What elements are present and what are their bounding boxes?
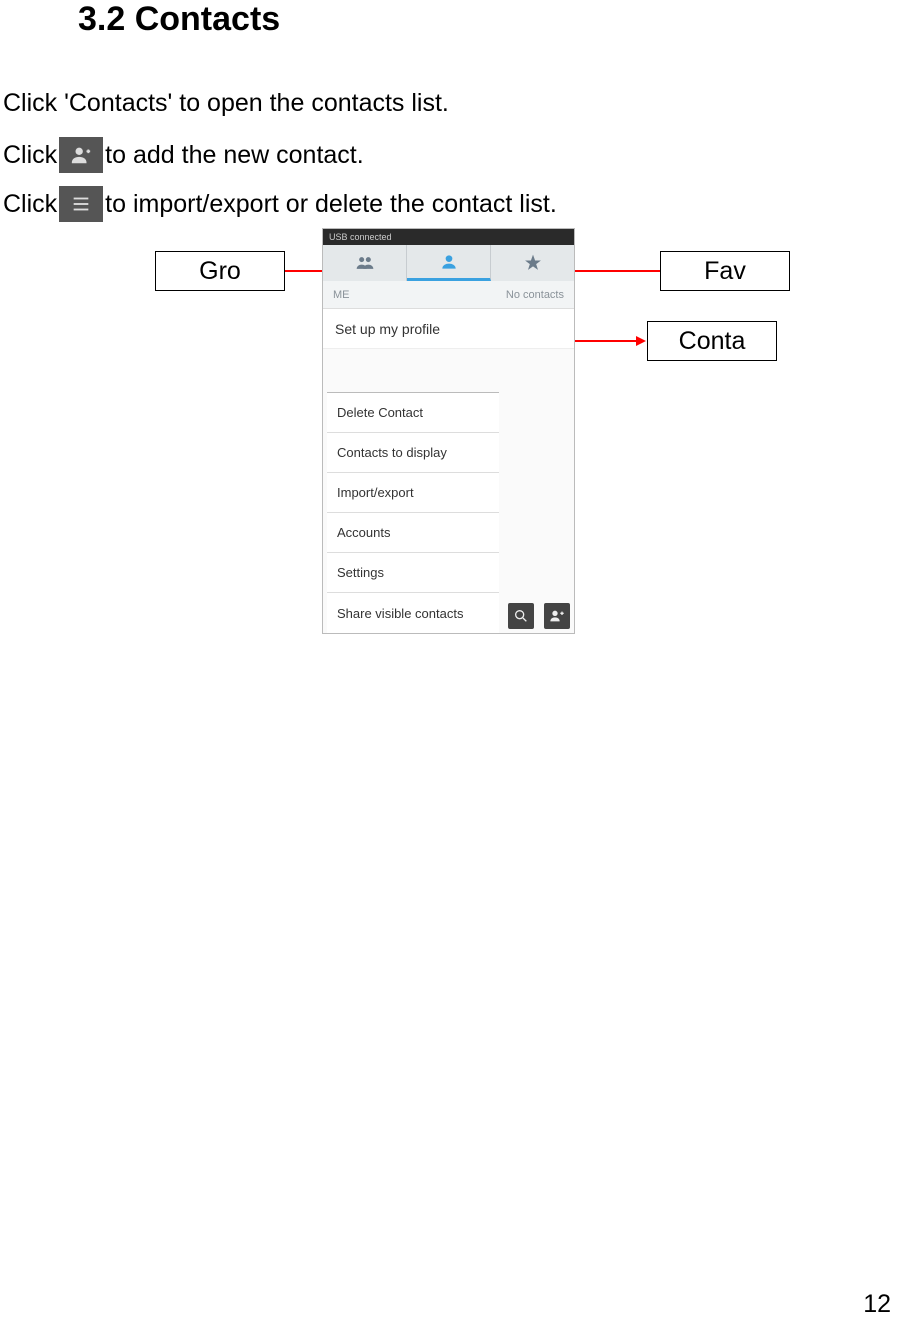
sub-bar: ME No contacts — [323, 281, 574, 309]
status-bar: USB connected — [323, 229, 574, 245]
menu-share-visible[interactable]: Share visible contacts — [327, 593, 499, 633]
instruction-line-3: Click to import/export or delete the con… — [3, 186, 557, 222]
add-contact-icon[interactable] — [544, 603, 570, 629]
groups-icon — [355, 253, 375, 273]
tab-bar — [323, 245, 574, 281]
callout-groups: Gro — [155, 251, 285, 291]
sub-bar-me: ME — [333, 289, 350, 301]
menu-delete-contact[interactable]: Delete Contact — [327, 393, 499, 433]
phone-screenshot: USB connected ME No contacts Set up my p… — [322, 228, 575, 634]
text-fragment: to add the new contact. — [105, 140, 364, 170]
text-fragment: Click — [3, 140, 57, 170]
tab-contacts[interactable] — [407, 245, 491, 281]
section-heading: 3.2 Contacts — [78, 0, 280, 39]
star-icon — [523, 253, 543, 273]
menu-accounts[interactable]: Accounts — [327, 513, 499, 553]
add-contact-icon — [59, 137, 103, 173]
search-icon[interactable] — [508, 603, 534, 629]
menu-import-export[interactable]: Import/export — [327, 473, 499, 513]
instruction-line-2: Click to add the new contact. — [3, 137, 364, 173]
text-fragment: Click — [3, 189, 57, 219]
tab-groups[interactable] — [323, 245, 407, 281]
profile-label: Set up my profile — [335, 321, 440, 337]
overflow-menu: Delete Contact Contacts to display Impor… — [327, 392, 499, 633]
bottom-action-icons — [508, 603, 570, 629]
menu-settings[interactable]: Settings — [327, 553, 499, 593]
person-icon — [439, 252, 459, 272]
callout-contacts: Conta — [647, 321, 777, 361]
page-number: 12 — [863, 1290, 891, 1319]
text-fragment: to import/export or delete the contact l… — [105, 189, 557, 219]
profile-setup-row[interactable]: Set up my profile — [323, 309, 574, 349]
callout-favorites: Fav — [660, 251, 790, 291]
arrow-head-icon — [636, 336, 646, 346]
tab-favorites[interactable] — [491, 245, 574, 281]
menu-icon — [59, 186, 103, 222]
status-text: USB connected — [329, 232, 392, 242]
menu-contacts-to-display[interactable]: Contacts to display — [327, 433, 499, 473]
instruction-line-1: Click 'Contacts' to open the contacts li… — [3, 88, 449, 118]
sub-bar-count: No contacts — [506, 289, 564, 301]
arrow-line — [568, 270, 660, 272]
